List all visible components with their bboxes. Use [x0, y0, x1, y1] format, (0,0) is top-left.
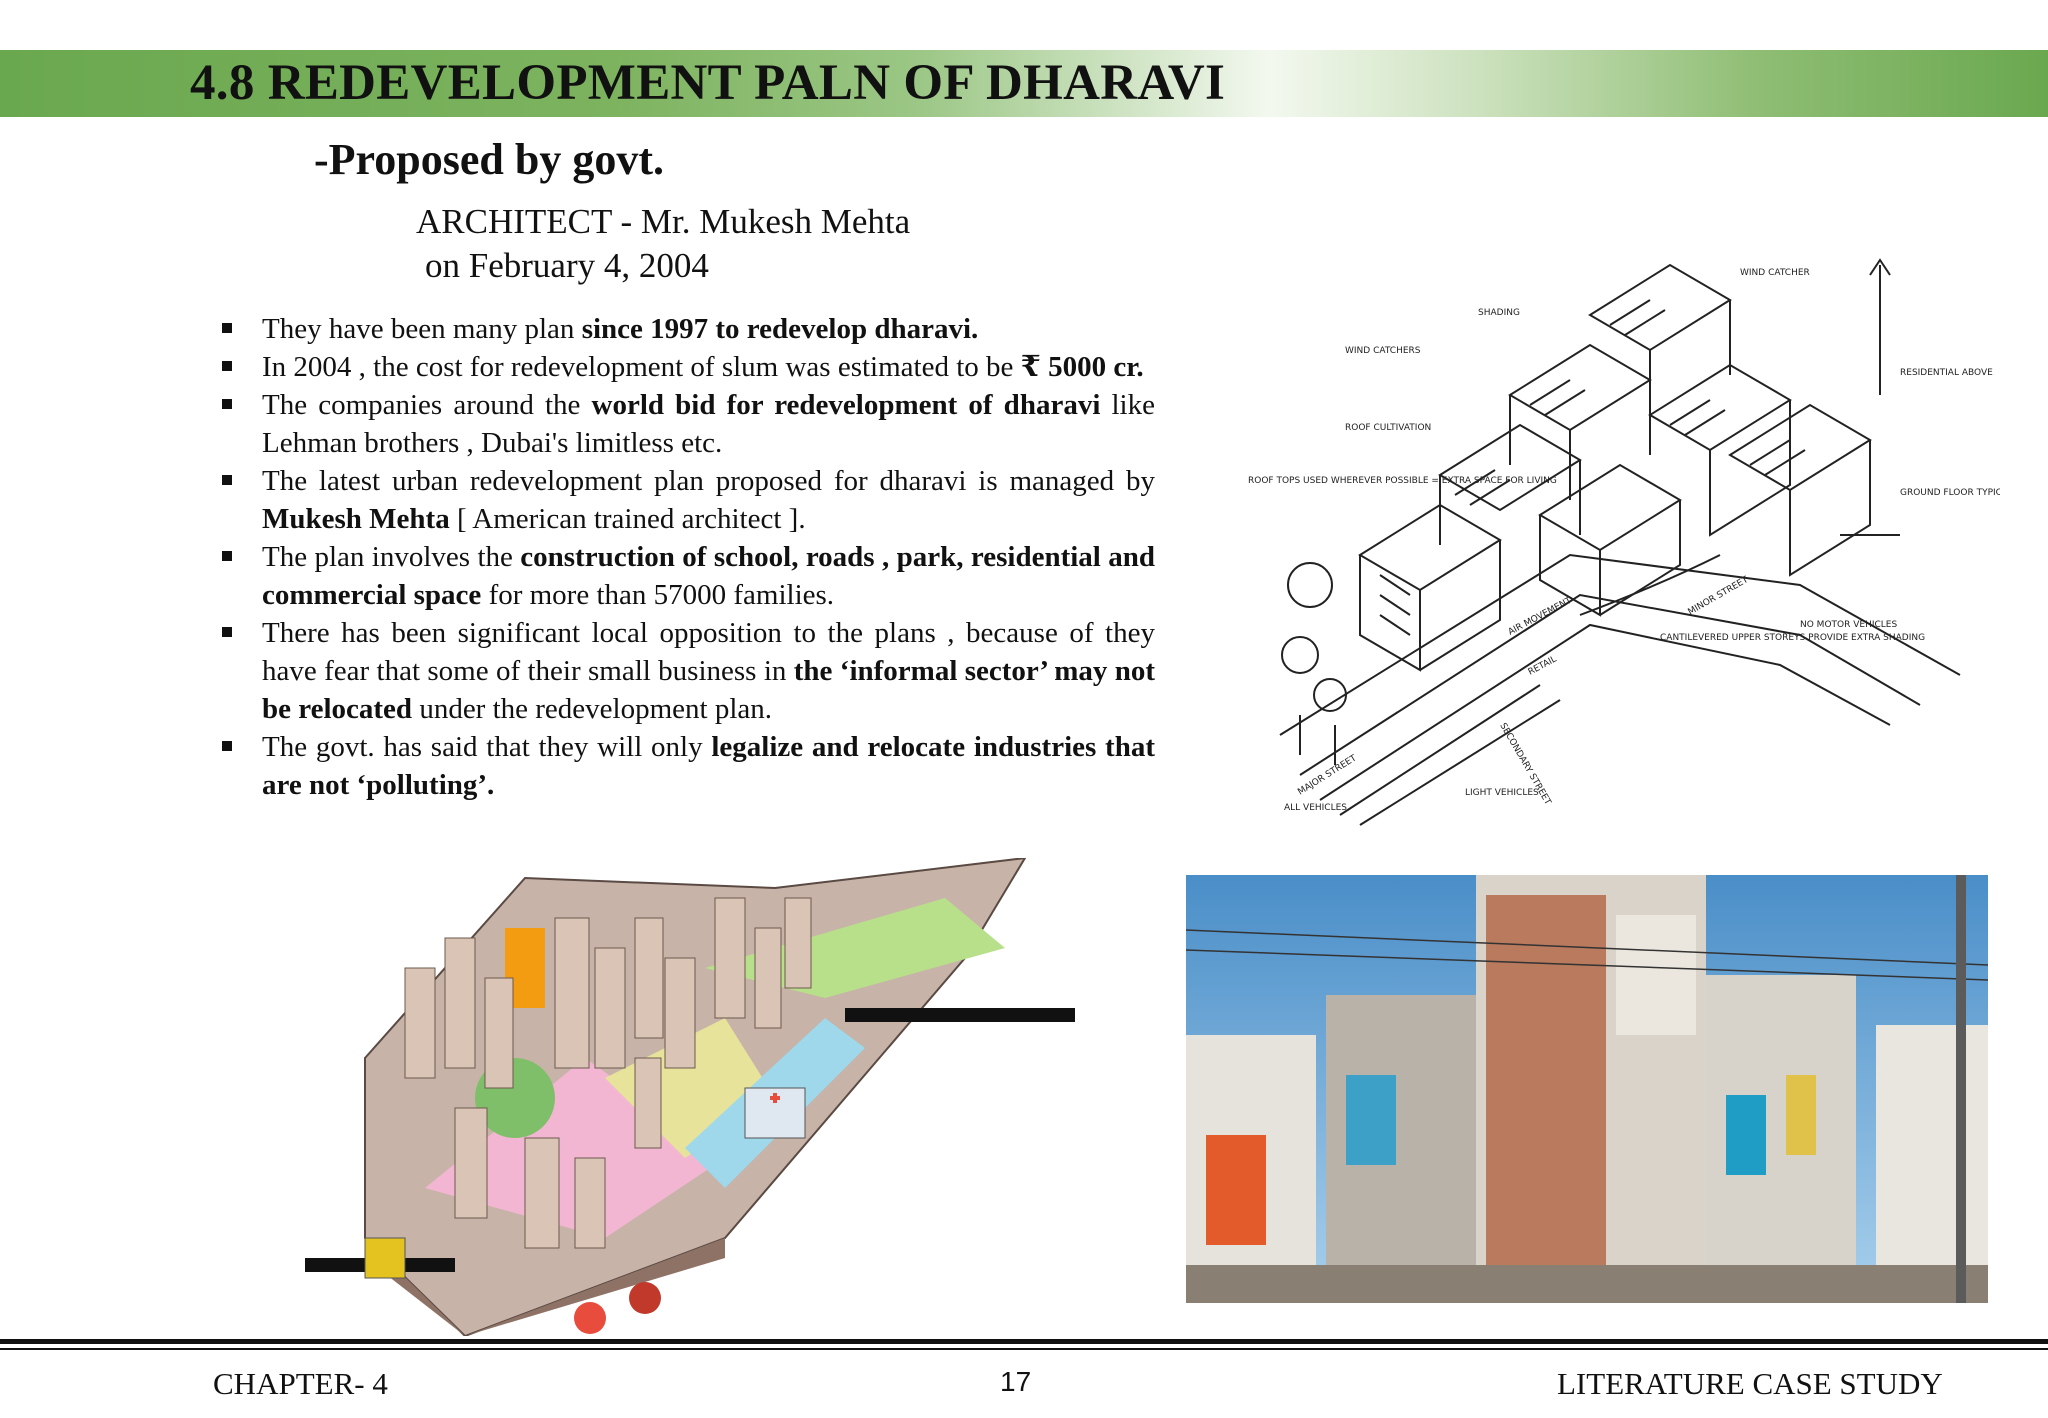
bullet-text: The latest urban redevelopment plan prop… — [262, 465, 1155, 497]
footer-page-number: 17 — [1000, 1366, 1032, 1397]
bullet-item: In 2004 , the cost for redevelopment of … — [222, 348, 1155, 386]
bullet-bold-text: ₹ 5000 cr. — [1020, 351, 1144, 383]
bullet-bold-text: world bid for redevelopment of dharavi — [591, 389, 1101, 421]
bullet-text: for more than 57000 families. — [481, 579, 835, 611]
bullet-text: In 2004 , the cost for redevelopment of … — [262, 351, 1021, 383]
footer-rule-thick — [0, 1339, 2048, 1344]
footer-chapter: CHAPTER- 4 — [213, 1366, 388, 1401]
bullet-text: The companies around the — [262, 389, 592, 421]
bullet-item: The companies around the world bid for r… — [222, 386, 1155, 462]
bullet-square-icon — [222, 399, 232, 409]
date-line: on February 4, 2004 — [425, 246, 709, 285]
bullet-square-icon — [222, 551, 232, 561]
bullet-text: The govt. has said that they will only — [262, 731, 712, 763]
label-air-movement: AIR MOVEMENT — [1507, 596, 1574, 638]
label-roof-tops: ROOF TOPS USED WHEREVER POSSIBLE = EXTRA… — [1248, 476, 1557, 486]
bullet-square-icon — [222, 323, 232, 333]
label-major-street: MAJOR STREET — [1296, 753, 1359, 797]
bullet-square-icon — [222, 627, 232, 637]
page-subtitle: -Proposed by govt. — [314, 135, 664, 184]
label-wind-catchers: WIND CATCHERS — [1345, 346, 1421, 356]
label-shading: SHADING — [1478, 308, 1520, 318]
label-cantilevered: CANTILEVERED UPPER STOREYS PROVIDE EXTRA… — [1660, 633, 1925, 643]
label-roof-cultivation: ROOF CULTIVATION — [1345, 423, 1431, 433]
bullet-item: They have been many plan since 1997 to r… — [222, 310, 1155, 348]
bullet-text: [ American trained architect ]. — [449, 503, 806, 535]
bullet-text: The plan involves the — [262, 541, 521, 573]
bullet-bold-text: since 1997 to redevelop dharavi. — [581, 313, 979, 345]
label-wind-catcher: WIND CATCHER — [1740, 268, 1810, 278]
bullet-item: There has been significant local opposit… — [222, 614, 1155, 728]
label-light-vehicles: LIGHT VEHICLES — [1465, 788, 1539, 798]
bullet-text: under the redevelopment plan. — [412, 693, 773, 725]
label-retail: RETAIL — [1527, 654, 1559, 677]
bullet-bold-text: Mukesh Mehta — [262, 503, 450, 535]
bullet-square-icon — [222, 475, 232, 485]
architect-line: ARCHITECT - Mr. Mukesh Mehta — [416, 202, 911, 241]
label-no-motor: NO MOTOR VEHICLES — [1800, 620, 1897, 630]
label-minor-street: MINOR STREET — [1687, 575, 1751, 618]
bullet-item: The plan involves the construction of sc… — [222, 538, 1155, 614]
label-ground-floor: GROUND FLOOR TYPICALLY COMMERCIAL - LIVE… — [1900, 488, 2000, 498]
bullet-text: They have been many plan — [262, 313, 582, 345]
architectural-sketch: WIND CATCHER SHADING WIND CATCHERS ROOF … — [1248, 258, 2000, 826]
street-render — [1186, 875, 1988, 1303]
bullet-item: The latest urban redevelopment plan prop… — [222, 462, 1155, 538]
page-title: 4.8 REDEVELOPMENT PALN OF DHARAVI — [190, 55, 1226, 111]
bullet-item: The govt. has said that they will only l… — [222, 728, 1155, 804]
bullet-square-icon — [222, 361, 232, 371]
bullet-list: They have been many plan since 1997 to r… — [222, 310, 1155, 804]
footer-rule-thin — [0, 1348, 2048, 1350]
label-all-vehicles: ALL VEHICLES — [1284, 803, 1347, 813]
masterplan-3d-diagram — [305, 858, 1075, 1336]
bullet-square-icon — [222, 741, 232, 751]
label-residential-above: RESIDENTIAL ABOVE — [1900, 368, 1993, 378]
footer-section: LITERATURE CASE STUDY — [1557, 1366, 1943, 1401]
